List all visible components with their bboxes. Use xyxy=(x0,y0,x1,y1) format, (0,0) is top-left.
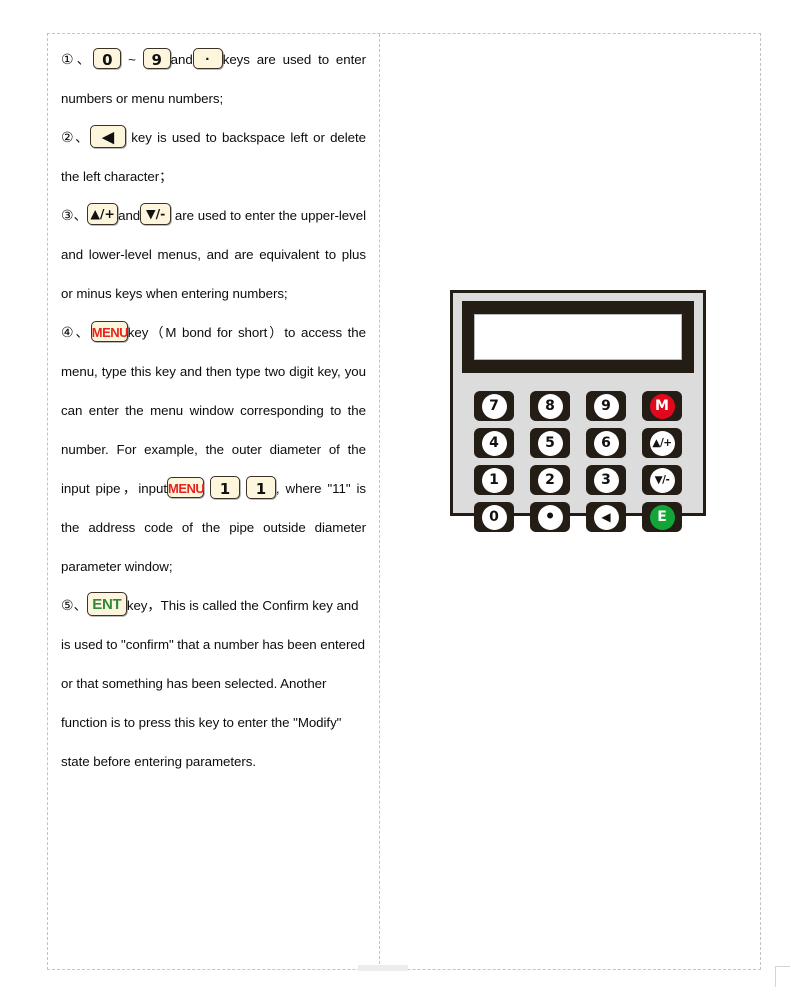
inline-key-ent: ENT xyxy=(86,592,127,617)
item-1: ①、 0 ~ 9 and · keys are used to enter number… xyxy=(61,40,366,118)
item-1-text-3: and xyxy=(170,52,193,67)
keypad-key-6-cap: 6 xyxy=(593,430,619,456)
keypad-key-7-cap: 7 xyxy=(481,393,507,419)
keypad-key-enter-cap: E xyxy=(649,504,675,530)
inline-key-1-a: 1 xyxy=(209,475,240,499)
instructions-cell: ①、 0 ~ 9 and · keys are used to enter number… xyxy=(48,34,380,969)
inline-key-down-minus: ▼/- xyxy=(140,203,172,226)
item-4-separator: 、 xyxy=(75,325,91,340)
item-1-marker: ① xyxy=(61,51,77,67)
document-table: ①、 0 ~ 9 and · keys are used to enter number… xyxy=(47,33,761,970)
keypad-key-enter[interactable]: E xyxy=(642,502,682,532)
scan-artifact xyxy=(358,965,408,971)
inline-key-0: 0 xyxy=(93,47,122,69)
item-3-separator: 、 xyxy=(73,208,88,223)
keypad-key-0-cap: 0 xyxy=(481,504,507,530)
keypad-grid: 7 8 9 M 4 5 6 ▲/+ 1 2 3 ▼/- 0 • ◀ E xyxy=(469,391,689,532)
keypad-key-2-cap: 2 xyxy=(537,467,563,493)
keypad-key-dot[interactable]: • xyxy=(530,502,570,532)
keypad-key-8-cap: 8 xyxy=(537,393,563,419)
inline-key-backspace: ◀ xyxy=(90,124,127,148)
page-edge-mark xyxy=(775,966,790,987)
keypad-key-2[interactable]: 2 xyxy=(530,465,570,495)
figure-cell: 7 8 9 M 4 5 6 ▲/+ 1 2 3 ▼/- 0 • ◀ E xyxy=(380,34,760,969)
item-3: ③、 ▲/+ and ▼/- are used to enter the upper-… xyxy=(61,196,366,313)
item-5: ⑤、 ENT key，This is called the Confirm key … xyxy=(61,586,366,781)
keypad-key-9-cap: 9 xyxy=(593,393,619,419)
keypad-key-6[interactable]: 6 xyxy=(586,428,626,458)
keypad-key-3-cap: 3 xyxy=(593,467,619,493)
item-5-text-1: key，This is called the Confirm key and i… xyxy=(61,598,366,769)
keypad-key-1[interactable]: 1 xyxy=(474,465,514,495)
keypad-key-7[interactable]: 7 xyxy=(474,391,514,421)
item-5-separator: 、 xyxy=(73,598,87,613)
keypad-key-4-cap: 4 xyxy=(481,430,507,456)
keypad-key-4[interactable]: 4 xyxy=(474,428,514,458)
item-2-separator: 、 xyxy=(75,130,91,145)
keypad-key-0[interactable]: 0 xyxy=(474,502,514,532)
keypad-key-up-plus[interactable]: ▲/+ xyxy=(642,428,682,458)
inline-key-1-b: 1 xyxy=(245,475,276,499)
item-1-separator: 、 xyxy=(76,52,94,67)
inline-key-up-plus: ▲/+ xyxy=(87,203,119,226)
keypad-key-down-minus-cap: ▼/- xyxy=(649,467,675,493)
item-1-text-1: ~ xyxy=(121,52,143,67)
keypad-key-1-cap: 1 xyxy=(481,467,507,493)
keypad-key-5-cap: 5 xyxy=(537,430,563,456)
inline-key-dot: · xyxy=(192,47,223,69)
keypad-key-backspace-cap: ◀ xyxy=(593,504,619,530)
lcd-screen xyxy=(474,314,682,360)
keypad-key-dot-cap: • xyxy=(537,504,563,530)
keypad-key-9[interactable]: 9 xyxy=(586,391,626,421)
keypad-key-5[interactable]: 5 xyxy=(530,428,570,458)
item-2-marker: ② xyxy=(61,129,76,145)
item-4-text-1: key（M bond for short）to access the menu,… xyxy=(61,325,366,496)
item-5-marker: ⑤ xyxy=(61,597,74,613)
item-4-marker: ④ xyxy=(61,324,76,340)
keypad-panel: 7 8 9 M 4 5 6 ▲/+ 1 2 3 ▼/- 0 • ◀ E xyxy=(450,290,706,532)
keypad-key-menu-cap: M xyxy=(649,393,675,419)
keypad-key-down-minus[interactable]: ▼/- xyxy=(642,465,682,495)
keypad-key-3[interactable]: 3 xyxy=(586,465,626,495)
keypad-panel-inner: 7 8 9 M 4 5 6 ▲/+ 1 2 3 ▼/- 0 • ◀ E xyxy=(459,299,697,532)
keypad-key-menu[interactable]: M xyxy=(642,391,682,421)
inline-key-menu-2: MENU xyxy=(166,476,205,498)
lcd-bezel xyxy=(462,301,694,373)
keypad-key-up-plus-cap: ▲/+ xyxy=(649,430,675,456)
inline-key-menu: MENU xyxy=(90,320,129,342)
item-4: ④、MENUkey（M bond for short）to access the… xyxy=(61,313,366,586)
inline-key-9: 9 xyxy=(142,47,171,69)
item-3-text-1: and xyxy=(118,208,141,223)
item-3-marker: ③ xyxy=(61,207,74,223)
keypad-key-8[interactable]: 8 xyxy=(530,391,570,421)
item-2: ②、 ◀ key is used to backspace left or del… xyxy=(61,118,366,196)
keypad-key-backspace[interactable]: ◀ xyxy=(586,502,626,532)
